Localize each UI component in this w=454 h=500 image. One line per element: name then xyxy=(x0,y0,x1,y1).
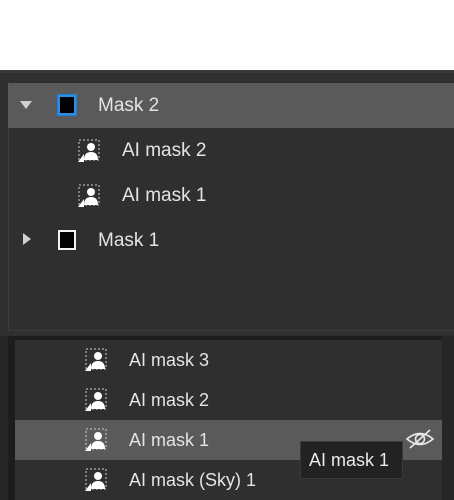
tree-row-ai-mask-2[interactable]: AI mask 2 xyxy=(8,128,454,173)
expand-triangle-icon[interactable] xyxy=(23,233,31,245)
tooltip: AI mask 1 xyxy=(300,441,403,479)
list-item-label: AI mask 2 xyxy=(129,390,210,410)
list-item-label: AI mask (Sky) 1 xyxy=(129,470,257,490)
tree-row-mask-1[interactable]: Mask 1 xyxy=(8,218,454,263)
tree-row-ai-mask-1[interactable]: AI mask 1 xyxy=(8,173,454,218)
list-item-ai-mask-3[interactable]: AI mask 3 xyxy=(15,340,442,380)
tree-row-label: AI mask 2 xyxy=(122,140,207,161)
visibility-toggle-icon[interactable] xyxy=(405,428,435,450)
ai-person-mask-icon xyxy=(85,428,107,451)
ai-person-mask-icon xyxy=(85,388,107,411)
ai-person-mask-icon xyxy=(78,184,100,207)
tree-row-label: AI mask 1 xyxy=(122,185,207,206)
ai-person-mask-icon xyxy=(78,139,100,162)
tree-row-mask-2[interactable]: Mask 2 xyxy=(8,83,454,128)
tree-row-label: Mask 1 xyxy=(98,230,160,251)
mask-thumbnail-icon xyxy=(58,95,76,115)
tree-row-label: Mask 2 xyxy=(98,95,160,116)
ai-person-mask-icon xyxy=(85,348,107,371)
mask-thumbnail-icon xyxy=(58,230,76,250)
tooltip-text: AI mask 1 xyxy=(309,450,390,470)
list-item-label: AI mask 1 xyxy=(129,430,210,450)
list-item-ai-mask-2[interactable]: AI mask 2 xyxy=(15,380,442,420)
ai-person-mask-icon xyxy=(85,468,107,491)
list-item-label: AI mask 3 xyxy=(129,350,210,370)
left-rail xyxy=(0,336,8,500)
collapse-triangle-icon[interactable] xyxy=(20,101,32,109)
scrollbar[interactable] xyxy=(442,336,454,500)
masks-tree-panel: Mask 2 AI mask 2 AI mask 1 Mask 1 xyxy=(0,70,454,337)
